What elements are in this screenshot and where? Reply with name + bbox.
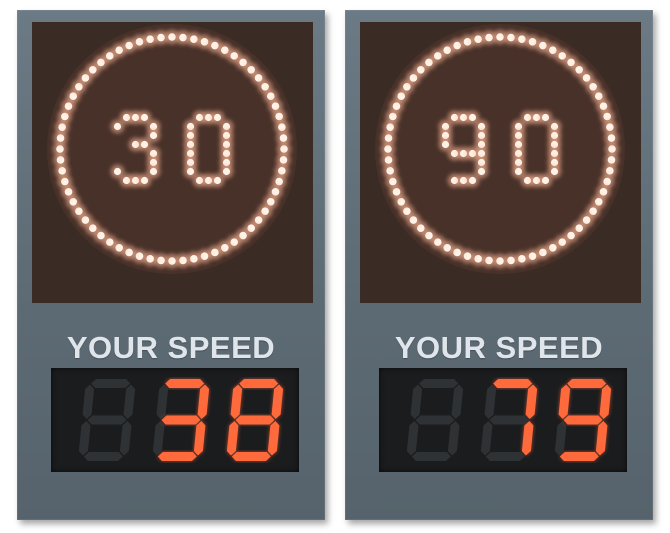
speed-readout-display <box>51 368 299 472</box>
segment-on <box>197 384 210 419</box>
segment-on <box>267 421 280 456</box>
limit-digit-led <box>137 173 152 188</box>
segment-off <box>489 415 529 425</box>
segment-off <box>152 421 165 456</box>
speed-limit-led-svg <box>47 24 297 274</box>
roundel-backglow <box>47 24 297 274</box>
limit-digit-led <box>465 173 480 188</box>
segment-off <box>447 421 460 456</box>
segment-on <box>239 379 279 388</box>
segment-off <box>419 379 459 388</box>
segment-off <box>91 379 131 388</box>
segment-on <box>193 421 206 456</box>
segment-on <box>271 384 284 419</box>
segment-off <box>83 452 123 461</box>
segment-off <box>156 384 169 419</box>
segment-on <box>235 415 275 425</box>
speed-digit <box>78 379 136 461</box>
segment-on <box>161 415 201 425</box>
segment-on <box>559 452 599 461</box>
segment-off <box>411 452 451 461</box>
segment-on <box>563 415 603 425</box>
segment-on <box>595 421 608 456</box>
segment-off <box>78 421 91 456</box>
segment-off <box>480 421 493 456</box>
speed-readout-svg <box>78 379 284 461</box>
segment-on <box>157 452 197 461</box>
ring-led <box>276 130 291 146</box>
speed-limit-panel <box>32 22 313 303</box>
segment-on <box>567 379 607 388</box>
segment-off <box>485 452 525 461</box>
speed-digit <box>152 379 210 461</box>
roundel-backglow <box>375 24 625 274</box>
segment-off <box>87 415 127 425</box>
speed-digit <box>554 379 612 461</box>
speed-sign-right: YOUR SPEED <box>345 10 653 520</box>
segment-on <box>226 421 239 456</box>
segment-on <box>493 379 533 388</box>
segment-off <box>410 384 423 419</box>
speed-sign-left: YOUR SPEED <box>17 10 325 520</box>
speed-readout-display <box>379 368 627 472</box>
speed-digit <box>226 379 284 461</box>
segment-on <box>558 384 571 419</box>
limit-digit-led <box>538 173 553 188</box>
speed-readout-svg <box>406 379 612 461</box>
segment-off <box>451 384 464 419</box>
segment-on <box>230 384 243 419</box>
ring-led <box>604 130 619 146</box>
segment-off <box>82 384 95 419</box>
speed-limit-panel <box>360 22 641 303</box>
segment-off <box>554 421 567 456</box>
limit-digit-led <box>110 119 125 134</box>
limit-digit-led <box>210 173 225 188</box>
segment-off <box>415 415 455 425</box>
segment-on <box>231 452 271 461</box>
segment-off <box>123 384 136 419</box>
segment-on <box>525 384 538 419</box>
segment-on <box>165 379 205 388</box>
segment-off <box>119 421 132 456</box>
your-speed-caption: YOUR SPEED <box>394 330 604 365</box>
speed-digit <box>480 379 538 461</box>
speed-limit-led-svg <box>375 24 625 274</box>
segment-off <box>484 384 497 419</box>
segment-on <box>521 421 534 456</box>
segment-off <box>406 421 419 456</box>
speed-digit <box>406 379 464 461</box>
segment-on <box>599 384 612 419</box>
your-speed-caption: YOUR SPEED <box>66 330 276 365</box>
